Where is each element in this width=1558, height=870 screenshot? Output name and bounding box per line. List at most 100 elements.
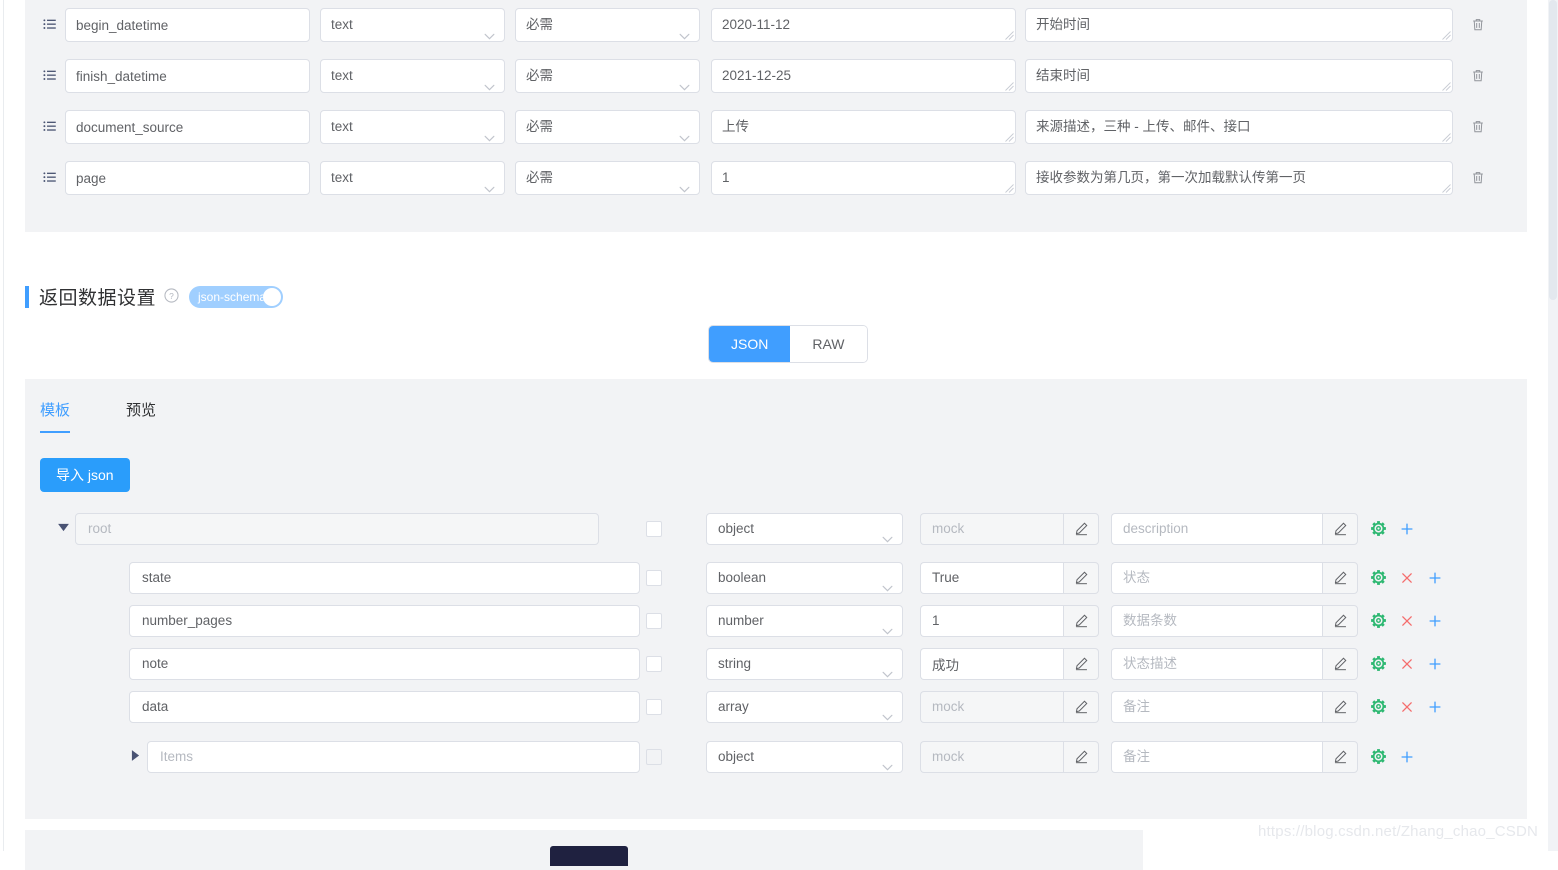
bottom-floating-button[interactable] xyxy=(550,846,628,866)
param-type-select[interactable]: text xyxy=(320,161,505,195)
edit-description-button[interactable] xyxy=(1322,605,1358,637)
edit-mock-button[interactable] xyxy=(1063,741,1099,773)
schema-type-select[interactable]: number xyxy=(706,605,903,637)
schema-type-select[interactable]: array xyxy=(706,691,903,723)
import-json-button[interactable]: 导入 json xyxy=(40,458,130,492)
format-toggle-group[interactable]: JSON RAW xyxy=(709,326,867,362)
format-json-button[interactable]: JSON xyxy=(709,326,790,362)
schema-key-input[interactable] xyxy=(147,741,640,773)
param-value-field[interactable] xyxy=(711,8,1016,42)
schema-description-input[interactable] xyxy=(1111,562,1322,594)
schema-required-checkbox[interactable] xyxy=(646,656,662,672)
schema-key-input[interactable] xyxy=(129,648,640,680)
param-required-select[interactable]: 必需 xyxy=(515,59,700,93)
schema-description-input[interactable] xyxy=(1111,513,1322,545)
schema-mock-input[interactable] xyxy=(920,562,1063,594)
format-raw-button[interactable]: RAW xyxy=(790,326,866,362)
remove-icon[interactable] xyxy=(1400,657,1414,671)
param-description-field[interactable] xyxy=(1025,8,1453,42)
json-schema-toggle[interactable]: json-schema xyxy=(189,286,283,308)
caret-down-icon[interactable] xyxy=(53,523,73,535)
edit-mock-button[interactable] xyxy=(1063,691,1099,723)
edit-mock-button[interactable] xyxy=(1063,562,1099,594)
tab-template[interactable]: 模板 xyxy=(40,399,70,433)
param-value-textarea[interactable] xyxy=(711,59,1016,93)
add-icon[interactable] xyxy=(1428,571,1442,585)
param-name-input[interactable] xyxy=(65,59,310,93)
schema-type-select[interactable]: object xyxy=(706,513,903,545)
schema-mock-input[interactable] xyxy=(920,605,1063,637)
remove-icon[interactable] xyxy=(1400,614,1414,628)
schema-description-input[interactable] xyxy=(1111,691,1322,723)
remove-icon[interactable] xyxy=(1400,571,1414,585)
param-name-input[interactable] xyxy=(65,161,310,195)
schema-mock-input[interactable] xyxy=(920,513,1063,545)
param-value-textarea[interactable] xyxy=(711,110,1016,144)
page-scrollbar[interactable] xyxy=(1548,0,1558,851)
delete-param-button[interactable] xyxy=(1463,170,1493,187)
settings-icon[interactable] xyxy=(1371,521,1386,536)
schema-mock-input[interactable] xyxy=(920,741,1063,773)
param-description-field[interactable] xyxy=(1025,110,1453,144)
add-icon[interactable] xyxy=(1428,614,1442,628)
param-description-field[interactable] xyxy=(1025,59,1453,93)
schema-required-checkbox[interactable] xyxy=(646,699,662,715)
list-icon[interactable] xyxy=(35,171,65,185)
settings-icon[interactable] xyxy=(1371,613,1386,628)
schema-type-select[interactable]: string xyxy=(706,648,903,680)
page-scrollbar-thumb[interactable] xyxy=(1549,0,1557,300)
tab-preview[interactable]: 预览 xyxy=(126,399,156,433)
schema-required-checkbox[interactable] xyxy=(646,521,662,537)
settings-icon[interactable] xyxy=(1371,656,1386,671)
add-icon[interactable] xyxy=(1428,700,1442,714)
param-type-select[interactable]: text xyxy=(320,8,505,42)
schema-required-checkbox[interactable] xyxy=(646,749,662,765)
param-required-select[interactable]: 必需 xyxy=(515,8,700,42)
schema-mock-input[interactable] xyxy=(920,648,1063,680)
edit-mock-button[interactable] xyxy=(1063,513,1099,545)
param-name-input[interactable] xyxy=(65,110,310,144)
schema-key-input[interactable] xyxy=(75,513,599,545)
schema-description-input[interactable] xyxy=(1111,648,1322,680)
add-icon[interactable] xyxy=(1400,750,1414,764)
edit-description-button[interactable] xyxy=(1322,648,1358,680)
edit-description-button[interactable] xyxy=(1322,513,1358,545)
param-value-textarea[interactable] xyxy=(711,161,1016,195)
caret-right-icon[interactable] xyxy=(125,749,145,765)
param-value-field[interactable] xyxy=(711,110,1016,144)
param-value-field[interactable] xyxy=(711,59,1016,93)
edit-description-button[interactable] xyxy=(1322,691,1358,723)
schema-description-input[interactable] xyxy=(1111,741,1322,773)
param-description-textarea[interactable] xyxy=(1025,59,1453,93)
param-type-select[interactable]: text xyxy=(320,110,505,144)
delete-param-button[interactable] xyxy=(1463,68,1493,85)
edit-mock-button[interactable] xyxy=(1063,648,1099,680)
param-description-textarea[interactable] xyxy=(1025,8,1453,42)
schema-key-input[interactable] xyxy=(129,605,640,637)
param-value-field[interactable] xyxy=(711,161,1016,195)
list-icon[interactable] xyxy=(35,120,65,134)
edit-description-button[interactable] xyxy=(1322,741,1358,773)
schema-required-checkbox[interactable] xyxy=(646,570,662,586)
schema-key-input[interactable] xyxy=(129,691,640,723)
param-description-textarea[interactable] xyxy=(1025,161,1453,195)
schema-description-input[interactable] xyxy=(1111,605,1322,637)
list-icon[interactable] xyxy=(35,69,65,83)
edit-mock-button[interactable] xyxy=(1063,605,1099,637)
settings-icon[interactable] xyxy=(1371,570,1386,585)
param-description-field[interactable] xyxy=(1025,161,1453,195)
schema-required-checkbox[interactable] xyxy=(646,613,662,629)
param-name-input[interactable] xyxy=(65,8,310,42)
schema-key-input[interactable] xyxy=(129,562,640,594)
param-required-select[interactable]: 必需 xyxy=(515,110,700,144)
list-icon[interactable] xyxy=(35,18,65,32)
delete-param-button[interactable] xyxy=(1463,119,1493,136)
delete-param-button[interactable] xyxy=(1463,17,1493,34)
schema-mock-input[interactable] xyxy=(920,691,1063,723)
settings-icon[interactable] xyxy=(1371,699,1386,714)
add-icon[interactable] xyxy=(1400,522,1414,536)
add-icon[interactable] xyxy=(1428,657,1442,671)
remove-icon[interactable] xyxy=(1400,700,1414,714)
param-type-select[interactable]: text xyxy=(320,59,505,93)
param-required-select[interactable]: 必需 xyxy=(515,161,700,195)
